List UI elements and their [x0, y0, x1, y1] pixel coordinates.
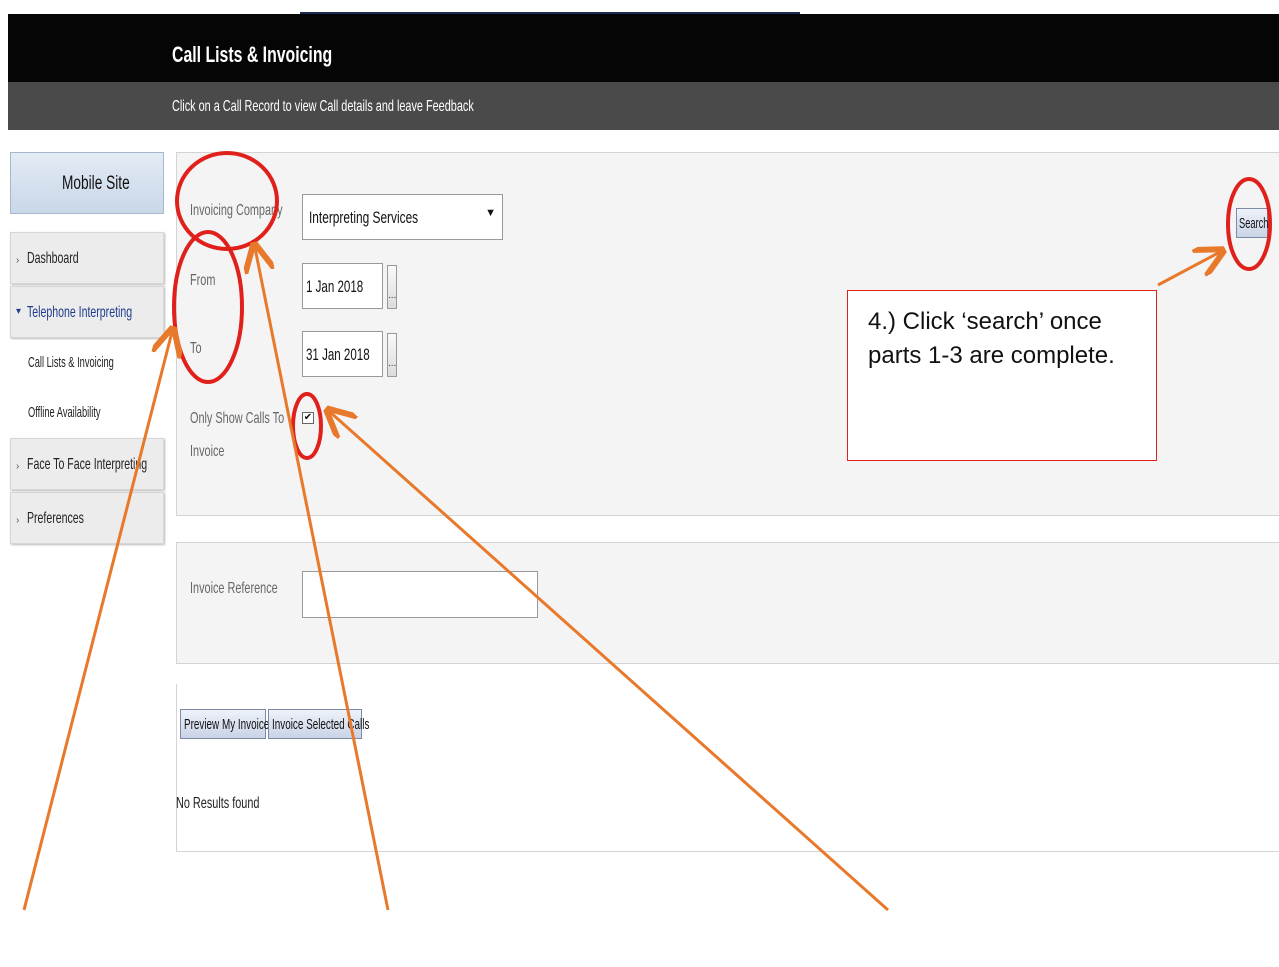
- to-label: To: [190, 340, 202, 357]
- chevron-down-icon: ▾: [16, 306, 22, 317]
- sidebar-subitem-label: Offline Availability: [28, 404, 101, 421]
- preview-invoice-label: Preview My Invoice: [184, 716, 270, 733]
- chevron-right-icon: ›: [16, 255, 20, 266]
- mobile-site-label: Mobile Site: [62, 173, 130, 194]
- sidebar-item-dashboard[interactable]: › Dashboard: [10, 232, 164, 284]
- from-date-value: 1 Jan 2018: [306, 277, 364, 296]
- to-date-value: 31 Jan 2018: [306, 345, 370, 364]
- invoice-reference-input[interactable]: [302, 571, 538, 618]
- from-date-input[interactable]: 1 Jan 2018: [302, 263, 383, 309]
- invoicing-company-label: Invoicing Company: [190, 202, 283, 219]
- page-subtitle: Click on a Call Record to view Call deta…: [172, 98, 474, 115]
- sidebar-subitem-label: Call Lists & Invoicing: [28, 354, 114, 371]
- only-show-calls-label: Only Show Calls To: [190, 410, 285, 427]
- invoice-selected-calls-button[interactable]: Invoice Selected Calls: [268, 709, 369, 739]
- search-button-label: Search: [1239, 215, 1269, 232]
- sidebar-item-label: Preferences: [27, 510, 84, 527]
- invoicing-company-value: Interpreting Services: [309, 208, 419, 227]
- sidebar-subitem-call-lists[interactable]: Call Lists & Invoicing: [10, 340, 164, 392]
- sidebar-item-label: Telephone Interpreting: [27, 304, 133, 321]
- page-subheader: Click on a Call Record to view Call deta…: [8, 82, 1279, 130]
- sidebar-item-preferences[interactable]: › Preferences: [10, 492, 164, 544]
- no-results-text: No Results found: [176, 795, 260, 812]
- search-button[interactable]: Search: [1236, 208, 1268, 238]
- sidebar-item-face-to-face[interactable]: › Face To Face Interpreting: [10, 438, 164, 490]
- invoice-reference-label: Invoice Reference: [190, 580, 278, 597]
- to-date-picker-button[interactable]: ...: [387, 333, 397, 377]
- only-show-calls-label-line2: Invoice: [190, 443, 225, 460]
- invoicing-company-select[interactable]: Interpreting Services ▼: [302, 194, 503, 240]
- page-title: Call Lists & Invoicing: [172, 42, 333, 67]
- sidebar-subitem-offline-availability[interactable]: Offline Availability: [10, 392, 164, 438]
- sidebar-item-telephone-interpreting[interactable]: ▾ Telephone Interpreting: [10, 286, 164, 338]
- from-label: From: [190, 272, 216, 289]
- to-date-input[interactable]: 31 Jan 2018: [302, 331, 383, 377]
- caret-down-icon: ▼: [485, 207, 496, 219]
- chevron-right-icon: ›: [16, 461, 20, 472]
- instruction-callout: 4.) Click ‘search’ once parts 1-3 are co…: [847, 290, 1157, 461]
- sidebar-item-label: Dashboard: [27, 250, 79, 267]
- mobile-site-button[interactable]: Mobile Site: [10, 152, 164, 214]
- invoice-selected-calls-label: Invoice Selected Calls: [272, 716, 370, 733]
- instruction-callout-text: 4.) Click ‘search’ once parts 1-3 are co…: [868, 308, 1115, 369]
- page-header: Call Lists & Invoicing: [8, 14, 1279, 82]
- preview-invoice-button[interactable]: Preview My Invoice: [180, 709, 270, 739]
- chevron-right-icon: ›: [16, 515, 20, 526]
- from-date-picker-button[interactable]: ...: [387, 265, 397, 309]
- sidebar-item-label: Face To Face Interpreting: [27, 456, 148, 473]
- only-show-calls-checkbox[interactable]: ✔: [302, 412, 314, 424]
